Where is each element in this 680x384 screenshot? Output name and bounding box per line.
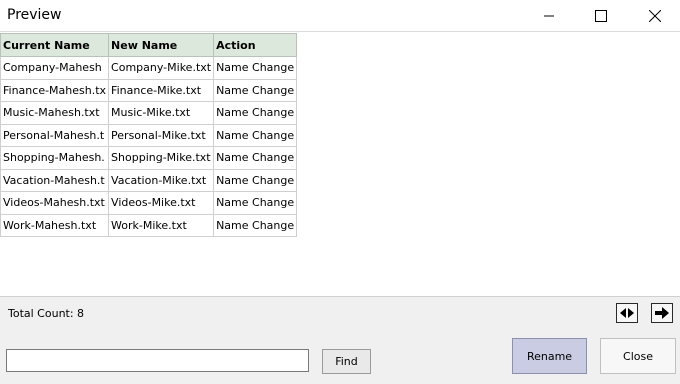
action-cell: Name Change <box>213 146 298 170</box>
table-row[interactable]: Personal-Mahesh.t Personal-Mike.txt Name… <box>0 123 298 147</box>
current-name-cell: Music-Mahesh.txt <box>0 101 110 125</box>
table-header-row: Current Name New Name Action <box>0 33 298 57</box>
resize-columns-button[interactable] <box>616 303 638 323</box>
table-row[interactable]: Work-Mahesh.txt Work-Mike.txt Name Chang… <box>0 213 298 237</box>
action-cell: Name Change <box>213 191 298 215</box>
table-row[interactable]: Shopping-Mahesh. Shopping-Mike.txt Name … <box>0 146 298 170</box>
current-name-cell: Personal-Mahesh.t <box>0 123 110 147</box>
preview-grid-area: Current Name New Name Action Company-Mah… <box>0 32 680 297</box>
find-button[interactable]: Find <box>322 349 371 374</box>
table-row[interactable]: Company-Mahesh Company-Mike.txt Name Cha… <box>0 56 298 80</box>
current-name-cell: Vacation-Mahesh.t <box>0 168 110 192</box>
table-row[interactable]: Finance-Mahesh.tx Finance-Mike.txt Name … <box>0 78 298 102</box>
close-button[interactable]: Close <box>600 338 676 374</box>
table-row[interactable]: Vacation-Mahesh.t Vacation-Mike.txt Name… <box>0 168 298 192</box>
column-header-current-name[interactable]: Current Name <box>0 33 110 57</box>
minimize-button[interactable] <box>526 0 572 31</box>
minimize-icon <box>544 15 554 16</box>
new-name-cell: Shopping-Mike.txt <box>108 146 215 170</box>
new-name-cell: Music-Mike.txt <box>108 101 215 125</box>
close-icon <box>649 9 661 22</box>
action-cell: Name Change <box>213 213 298 237</box>
table-row[interactable]: Music-Mahesh.txt Music-Mike.txt Name Cha… <box>0 101 298 125</box>
action-cell: Name Change <box>213 78 298 102</box>
current-name-cell: Finance-Mahesh.tx <box>0 78 110 102</box>
new-name-cell: Company-Mike.txt <box>108 56 215 80</box>
action-cell: Name Change <box>213 101 298 125</box>
new-name-cell: Finance-Mike.txt <box>108 78 215 102</box>
search-input[interactable] <box>6 349 309 372</box>
title-bar: Preview <box>0 0 680 32</box>
current-name-cell: Work-Mahesh.txt <box>0 213 110 237</box>
current-name-cell: Videos-Mahesh.txt <box>0 191 110 215</box>
current-name-cell: Shopping-Mahesh. <box>0 146 110 170</box>
rename-button[interactable]: Rename <box>512 338 587 374</box>
rename-preview-table: Current Name New Name Action Company-Mah… <box>0 33 298 237</box>
close-window-button[interactable] <box>632 0 678 31</box>
table-row[interactable]: Videos-Mahesh.txt Videos-Mike.txt Name C… <box>0 191 298 215</box>
action-cell: Name Change <box>213 123 298 147</box>
column-header-action[interactable]: Action <box>213 33 298 57</box>
new-name-cell: Personal-Mike.txt <box>108 123 215 147</box>
new-name-cell: Work-Mike.txt <box>108 213 215 237</box>
maximize-icon <box>595 9 607 22</box>
next-arrow-button[interactable] <box>651 303 673 323</box>
maximize-button[interactable] <box>578 0 624 31</box>
column-header-new-name[interactable]: New Name <box>108 33 215 57</box>
new-name-cell: Videos-Mike.txt <box>108 191 215 215</box>
current-name-cell: Company-Mahesh <box>0 56 110 80</box>
resize-columns-icon <box>620 308 634 318</box>
action-cell: Name Change <box>213 56 298 80</box>
action-cell: Name Change <box>213 168 298 192</box>
arrow-right-icon <box>655 307 669 319</box>
total-count-label: Total Count: 8 <box>8 307 85 320</box>
new-name-cell: Vacation-Mike.txt <box>108 168 215 192</box>
window-title: Preview <box>7 7 62 23</box>
